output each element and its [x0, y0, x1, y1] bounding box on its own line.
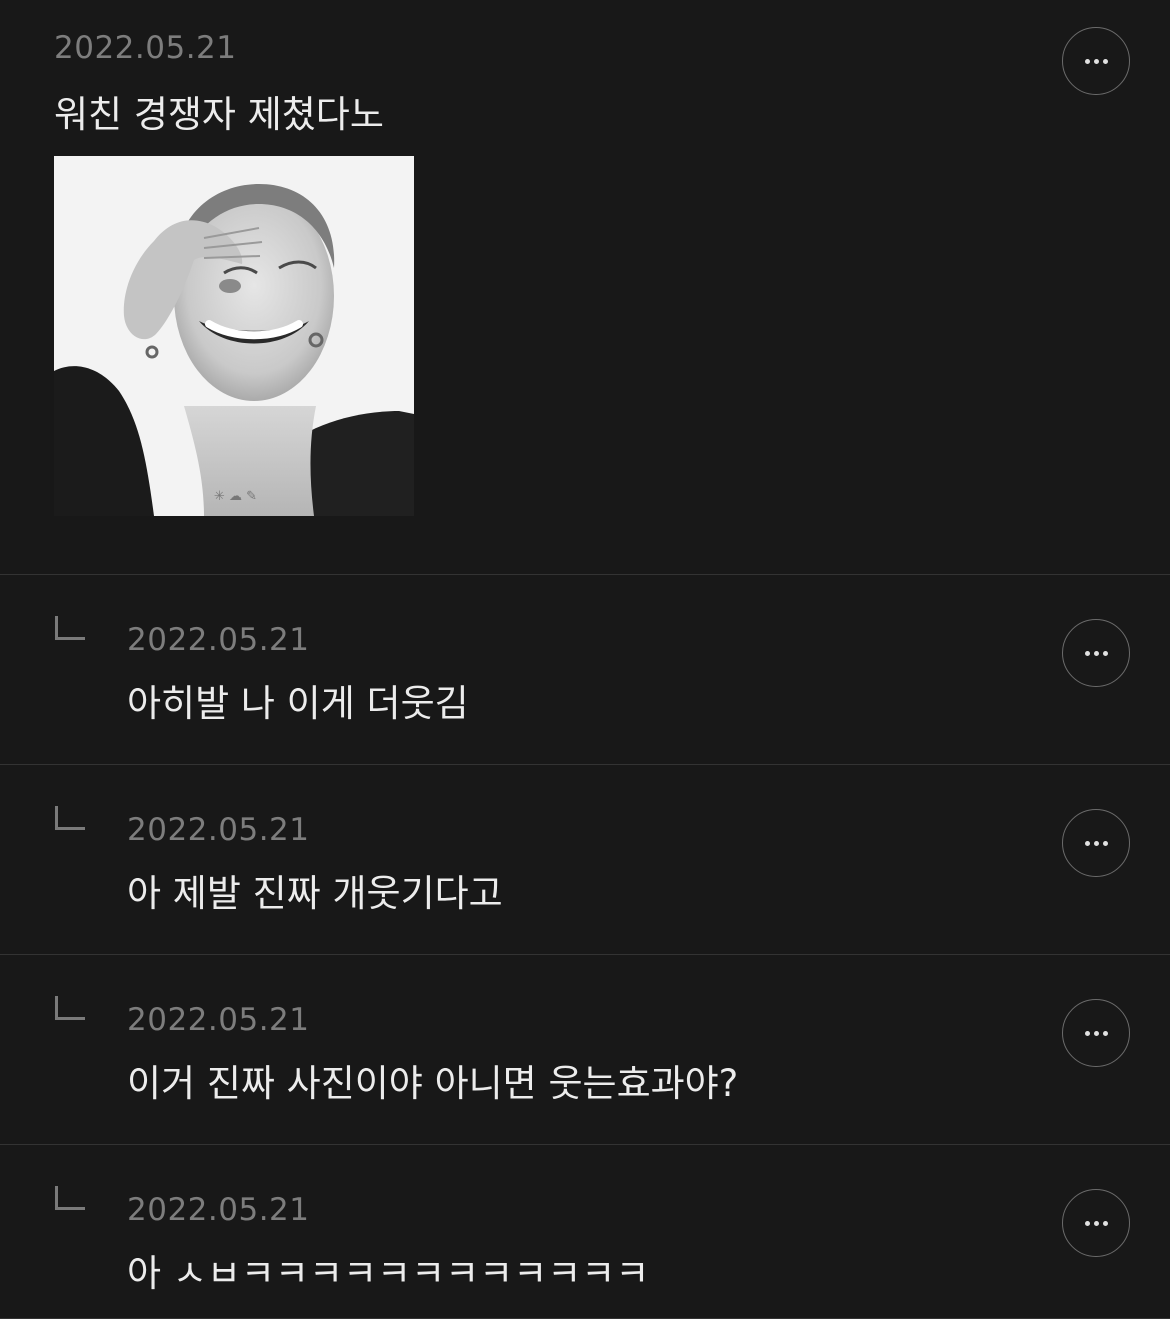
reply-item: 2022.05.21 이거 진짜 사진이야 아니면 웃는효과야? — [0, 955, 1170, 1145]
reply-item: 2022.05.21 아 제발 진짜 개웃기다고 — [0, 765, 1170, 955]
post-text: 워친 경쟁자 제쳤다노 — [54, 93, 384, 136]
reply-date: 2022.05.21 — [127, 1192, 310, 1228]
portrait-photo: ✳ ☁ ✎ — [54, 156, 414, 516]
reply-date: 2022.05.21 — [127, 812, 310, 848]
svg-text:✳ ☁ ✎: ✳ ☁ ✎ — [214, 489, 257, 504]
reply-corner-icon — [55, 806, 85, 830]
reply-text: 아 제발 진짜 개웃기다고 — [127, 872, 503, 915]
post-date: 2022.05.21 — [54, 30, 237, 66]
more-options-button[interactable] — [1062, 27, 1130, 95]
reply-corner-icon — [55, 616, 85, 640]
reply-text: 아히발 나 이게 더웃김 — [127, 682, 469, 725]
more-options-button[interactable] — [1062, 619, 1130, 687]
post: 2022.05.21 워친 경쟁자 제쳤다노 ✳ ☁ ✎ — [0, 0, 1170, 575]
more-options-button[interactable] — [1062, 809, 1130, 877]
reply-date: 2022.05.21 — [127, 1002, 310, 1038]
more-horizontal-icon — [1084, 650, 1108, 656]
more-options-button[interactable] — [1062, 1189, 1130, 1257]
more-options-button[interactable] — [1062, 999, 1130, 1067]
reply-corner-icon — [55, 996, 85, 1020]
reply-date: 2022.05.21 — [127, 622, 310, 658]
more-horizontal-icon — [1084, 58, 1108, 64]
reply-item: 2022.05.21 아 ㅅㅂㅋㅋㅋㅋㅋㅋㅋㅋㅋㅋㅋㅋ — [0, 1145, 1170, 1319]
more-horizontal-icon — [1084, 840, 1108, 846]
post-image[interactable]: ✳ ☁ ✎ — [54, 156, 414, 516]
reply-text: 이거 진짜 사진이야 아니면 웃는효과야? — [127, 1062, 739, 1105]
more-horizontal-icon — [1084, 1030, 1108, 1036]
reply-item: 2022.05.21 아히발 나 이게 더웃김 — [0, 575, 1170, 765]
reply-corner-icon — [55, 1186, 85, 1210]
reply-text: 아 ㅅㅂㅋㅋㅋㅋㅋㅋㅋㅋㅋㅋㅋㅋ — [127, 1252, 650, 1295]
more-horizontal-icon — [1084, 1220, 1108, 1226]
